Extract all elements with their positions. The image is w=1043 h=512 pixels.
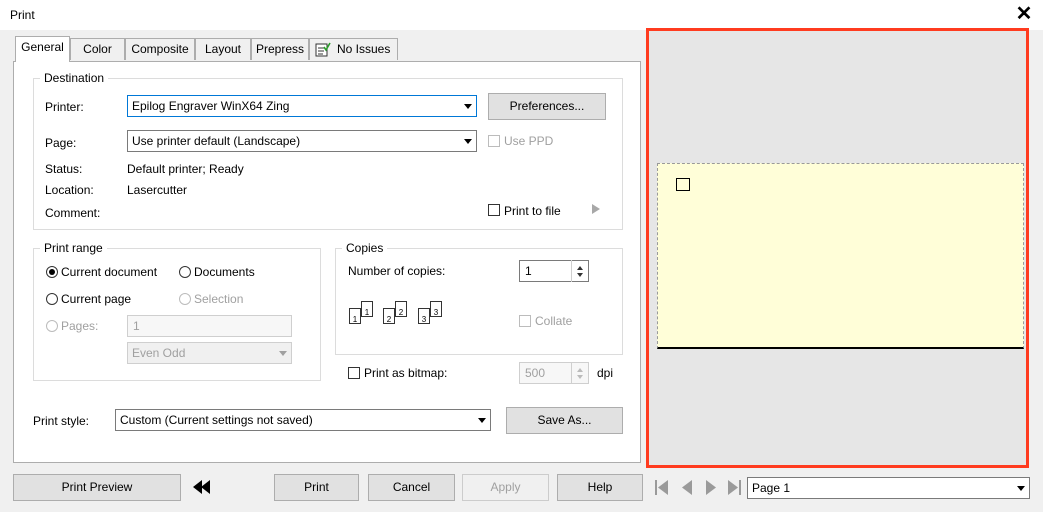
- print-as-bitmap-label: Print as bitmap:: [364, 366, 448, 380]
- previous-page-icon[interactable]: [682, 480, 692, 495]
- collate-label: Collate: [535, 314, 573, 328]
- documents-radio[interactable]: [179, 266, 191, 278]
- current-document-radio[interactable]: [46, 266, 58, 278]
- print-preview-button[interactable]: Print Preview: [13, 474, 181, 501]
- page-select[interactable]: Use printer default (Landscape): [127, 130, 477, 152]
- preview-object: [676, 178, 690, 191]
- print-style-select[interactable]: Custom (Current settings not saved): [115, 409, 491, 431]
- tab-no-issues-label: No Issues: [337, 42, 391, 56]
- chevron-down-icon: [464, 139, 472, 144]
- cancel-label: Cancel: [392, 480, 431, 494]
- spin-up-icon[interactable]: [577, 368, 583, 372]
- print-button[interactable]: Print: [274, 474, 359, 501]
- preview-paper: [657, 163, 1024, 349]
- number-of-copies-label: Number of copies:: [348, 264, 446, 278]
- pages-input-value: 1: [133, 319, 140, 333]
- spin-down-icon[interactable]: [577, 375, 583, 379]
- pages-input[interactable]: 1: [127, 315, 292, 337]
- page-navigation: [655, 480, 741, 495]
- tab-layout[interactable]: Layout: [195, 38, 251, 60]
- chevron-down-icon: [1017, 486, 1025, 491]
- tab-prepress[interactable]: Prepress: [251, 38, 309, 60]
- status-value: Default printer; Ready: [127, 162, 244, 176]
- pages-radio[interactable]: [46, 320, 58, 332]
- printer-label: Printer:: [45, 100, 84, 114]
- location-value: Lasercutter: [127, 183, 188, 197]
- copies-input[interactable]: 1: [519, 260, 589, 282]
- page-icon: 1: [361, 301, 373, 317]
- help-label: Help: [587, 480, 613, 494]
- tab-composite[interactable]: Composite: [125, 38, 195, 60]
- printer-select[interactable]: Epilog Engraver WinX64 Zing: [127, 95, 477, 117]
- print-preview-label: Print Preview: [61, 480, 133, 494]
- apply-label: Apply: [490, 480, 521, 494]
- print-to-file-label: Print to file: [504, 204, 561, 218]
- current-page-label: Current page: [61, 292, 132, 306]
- next-page-icon[interactable]: [706, 480, 716, 495]
- printer-value: Epilog Engraver WinX64 Zing: [132, 99, 290, 113]
- cancel-button[interactable]: Cancel: [368, 474, 455, 501]
- page-icon: 2: [395, 301, 407, 317]
- current-document-label: Current document: [61, 265, 158, 279]
- copies-spinner[interactable]: [571, 260, 589, 282]
- use-ppd-label: Use PPD: [504, 134, 554, 148]
- tab-general[interactable]: General: [15, 36, 70, 62]
- dpi-value: 500: [525, 366, 546, 380]
- collate-illustration: 1 1 2 2 3 3: [346, 296, 456, 330]
- current-page-radio[interactable]: [46, 293, 58, 305]
- page-icon: 3: [430, 301, 442, 317]
- use-ppd-checkbox[interactable]: [488, 135, 500, 147]
- chevron-down-icon: [279, 351, 287, 356]
- print-style-label: Print style:: [33, 414, 90, 428]
- title-bar: [0, 0, 1043, 30]
- pages-label: Pages:: [61, 319, 99, 333]
- save-as-label: Save As...: [537, 413, 592, 427]
- copies-input-value: 1: [525, 264, 532, 278]
- page-icon: 2: [383, 308, 395, 324]
- dpi-input[interactable]: 500: [519, 362, 589, 384]
- copies-label: Copies: [342, 241, 388, 255]
- print-as-bitmap-checkbox[interactable]: [348, 367, 360, 379]
- spin-down-icon[interactable]: [577, 273, 583, 277]
- dpi-spinner[interactable]: [571, 362, 589, 384]
- print-range-label: Print range: [40, 241, 107, 255]
- tab-color[interactable]: Color: [70, 38, 125, 60]
- tab-no-issues[interactable]: No Issues: [309, 38, 398, 60]
- even-odd-select[interactable]: Even Odd: [127, 342, 292, 364]
- page-label: Page:: [45, 136, 77, 150]
- apply-button[interactable]: Apply: [462, 474, 549, 501]
- window-title: Print: [10, 8, 35, 22]
- first-page-icon[interactable]: [655, 480, 668, 495]
- chevron-down-icon: [464, 104, 472, 109]
- chevron-down-icon: [478, 418, 486, 423]
- status-label: Status:: [45, 162, 83, 176]
- selection-label: Selection: [194, 292, 244, 306]
- print-to-file-checkbox[interactable]: [488, 204, 500, 216]
- page-select-dropdown[interactable]: Page 1: [747, 477, 1030, 499]
- page-icon: 3: [418, 308, 430, 324]
- documents-label: Documents: [194, 265, 255, 279]
- page-value: Use printer default (Landscape): [132, 134, 301, 148]
- selection-radio[interactable]: [179, 293, 191, 305]
- dpi-unit: dpi: [597, 366, 614, 380]
- checklist-icon: [315, 42, 331, 57]
- even-odd-value: Even Odd: [132, 346, 186, 360]
- preferences-button[interactable]: Preferences...: [488, 93, 606, 120]
- preferences-label: Preferences...: [509, 99, 585, 113]
- page-icon: 1: [349, 308, 361, 324]
- destination-label: Destination: [40, 71, 109, 85]
- comment-label: Comment:: [45, 206, 101, 220]
- close-icon[interactable]: ✕: [1013, 3, 1035, 25]
- spin-up-icon[interactable]: [577, 266, 583, 270]
- last-page-icon[interactable]: [728, 480, 741, 495]
- save-as-button[interactable]: Save As...: [506, 407, 623, 434]
- help-button[interactable]: Help: [557, 474, 643, 501]
- play-arrow-icon[interactable]: [591, 203, 601, 215]
- collapse-preview-icon[interactable]: [192, 479, 212, 495]
- page-select-value: Page 1: [752, 481, 791, 495]
- print-style-value: Custom (Current settings not saved): [120, 413, 313, 427]
- print-label: Print: [304, 480, 329, 494]
- location-label: Location:: [45, 183, 94, 197]
- collate-checkbox[interactable]: [519, 315, 531, 327]
